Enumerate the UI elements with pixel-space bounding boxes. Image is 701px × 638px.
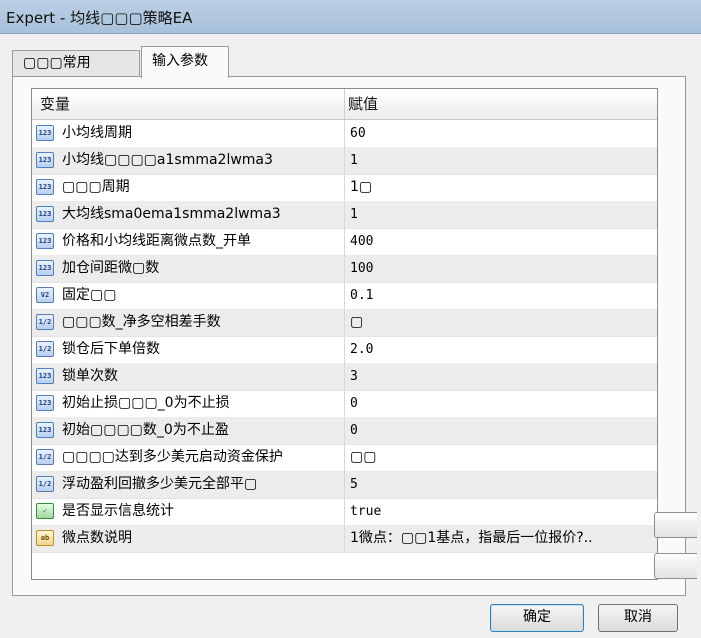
column-divider — [344, 147, 345, 174]
param-value[interactable]: 3 — [350, 363, 650, 390]
cancel-button[interactable]: 取消 — [598, 604, 678, 632]
double-icon: 1/2 — [36, 449, 54, 465]
double-icon: V2 — [36, 287, 54, 303]
tab-panel: 变量 赋值 123 小均线周期 60 123 小均线▢▢▢▢a1smma2lwma3 1 1… — [12, 76, 686, 596]
tab-common[interactable]: ▢▢▢常用 — [12, 50, 140, 76]
param-name: 小均线▢▢▢▢a1smma2lwma3 — [62, 152, 273, 168]
column-divider — [344, 174, 345, 201]
param-name: 初始▢▢▢▢数_0为不止盈 — [62, 422, 229, 438]
param-name: 固定▢▢ — [62, 287, 117, 303]
param-value[interactable]: true — [350, 498, 650, 525]
ok-button[interactable]: 确定 — [490, 604, 584, 632]
int-icon: 123 — [36, 179, 54, 195]
column-divider — [344, 309, 345, 336]
param-row[interactable]: 123 初始▢▢▢▢数_0为不止盈 0 — [32, 417, 657, 445]
double-icon: 1/2 — [36, 476, 54, 492]
param-value[interactable]: 0 — [350, 417, 650, 444]
column-divider — [344, 255, 345, 282]
param-row[interactable]: 123 加仓间距微▢数 100 — [32, 255, 657, 283]
column-divider — [344, 363, 345, 390]
column-divider — [344, 201, 345, 228]
param-row[interactable]: 123 小均线周期 60 — [32, 120, 657, 148]
param-row[interactable]: 123 ▢▢▢周期 1▢ — [32, 174, 657, 202]
param-value[interactable]: ▢ — [350, 309, 650, 336]
param-name: ▢▢▢▢达到多少美元启动资金保护 — [62, 449, 283, 465]
param-name: 锁单次数 — [62, 368, 118, 384]
param-row[interactable]: 1/2 ▢▢▢▢达到多少美元启动资金保护 ▢▢ — [32, 444, 657, 472]
window-title: Expert - 均线▢▢▢策略EA — [6, 9, 193, 27]
param-value[interactable]: ▢▢ — [350, 444, 650, 471]
param-name: ▢▢▢周期 — [62, 179, 130, 195]
text-icon: ab — [36, 530, 54, 546]
double-icon: 1/2 — [36, 314, 54, 330]
column-divider — [344, 228, 345, 255]
param-value[interactable]: 2.0 — [350, 336, 650, 363]
param-name: 加仓间距微▢数 — [62, 260, 160, 276]
param-row[interactable]: V2 固定▢▢ 0.1 — [32, 282, 657, 310]
param-value[interactable]: 400 — [350, 228, 650, 255]
param-row[interactable]: 123 初始止损▢▢▢_0为不止损 0 — [32, 390, 657, 418]
param-row[interactable]: 1/2 锁仓后下单倍数 2.0 — [32, 336, 657, 364]
header-value[interactable]: 赋值 — [344, 89, 648, 119]
param-value[interactable]: 1微点：▢▢1基点，指最后一位报价?.. — [350, 525, 650, 552]
title-bar: Expert - 均线▢▢▢策略EA — [0, 0, 701, 34]
int-icon: 123 — [36, 368, 54, 384]
param-name: 浮动盈利回撤多少美元全部平▢ — [62, 476, 258, 492]
save-button[interactable] — [654, 553, 697, 579]
param-value[interactable]: 100 — [350, 255, 650, 282]
int-icon: 123 — [36, 125, 54, 141]
load-button[interactable] — [654, 512, 697, 538]
int-icon: 123 — [36, 152, 54, 168]
param-value[interactable]: 1▢ — [350, 174, 650, 201]
int-icon: 123 — [36, 395, 54, 411]
param-name: 小均线周期 — [62, 125, 132, 141]
param-row[interactable]: ✓ 是否显示信息统计 true — [32, 498, 657, 526]
column-divider — [344, 417, 345, 444]
param-value[interactable]: 5 — [350, 471, 650, 498]
int-icon: 123 — [36, 233, 54, 249]
param-row[interactable]: 1/2 浮动盈利回撤多少美元全部平▢ 5 — [32, 471, 657, 499]
param-value[interactable]: 1 — [350, 147, 650, 174]
header-variable[interactable]: 变量 — [40, 89, 70, 119]
int-icon: 123 — [36, 260, 54, 276]
parameter-grid: 变量 赋值 123 小均线周期 60 123 小均线▢▢▢▢a1smma2lwma3 1 1… — [31, 88, 658, 580]
param-value[interactable]: 60 — [350, 120, 650, 147]
column-divider — [344, 390, 345, 417]
param-value[interactable]: 0 — [350, 390, 650, 417]
param-row[interactable]: 123 大均线sma0ema1smma2lwma3 1 — [32, 201, 657, 229]
param-name: 锁仓后下单倍数 — [62, 341, 160, 357]
double-icon: 1/2 — [36, 341, 54, 357]
param-name: 价格和小均线距离微点数_开单 — [62, 233, 251, 249]
param-row[interactable]: ab 微点数说明 1微点：▢▢1基点，指最后一位报价?.. — [32, 525, 657, 553]
column-divider — [344, 498, 345, 525]
tab-inputs[interactable]: 输入参数 — [141, 46, 229, 78]
param-row[interactable]: 123 锁单次数 3 — [32, 363, 657, 391]
param-name: ▢▢▢数_净多空相差手数 — [62, 314, 221, 330]
column-divider — [344, 471, 345, 498]
column-divider — [344, 444, 345, 471]
param-row[interactable]: 1/2 ▢▢▢数_净多空相差手数 ▢ — [32, 309, 657, 337]
int-icon: 123 — [36, 422, 54, 438]
param-value[interactable]: 0.1 — [350, 282, 650, 309]
param-name: 初始止损▢▢▢_0为不止损 — [62, 395, 230, 411]
param-row[interactable]: 123 小均线▢▢▢▢a1smma2lwma3 1 — [32, 147, 657, 175]
param-row[interactable]: 123 价格和小均线距离微点数_开单 400 — [32, 228, 657, 256]
grid-header: 变量 赋值 — [32, 89, 657, 120]
column-divider — [344, 282, 345, 309]
param-value[interactable]: 1 — [350, 201, 650, 228]
param-name: 是否显示信息统计 — [62, 503, 174, 519]
column-divider — [344, 120, 345, 147]
param-name: 大均线sma0ema1smma2lwma3 — [62, 206, 281, 222]
column-divider — [344, 336, 345, 363]
bool-icon: ✓ — [36, 503, 54, 519]
param-name: 微点数说明 — [62, 530, 132, 546]
column-divider — [344, 525, 345, 552]
int-icon: 123 — [36, 206, 54, 222]
